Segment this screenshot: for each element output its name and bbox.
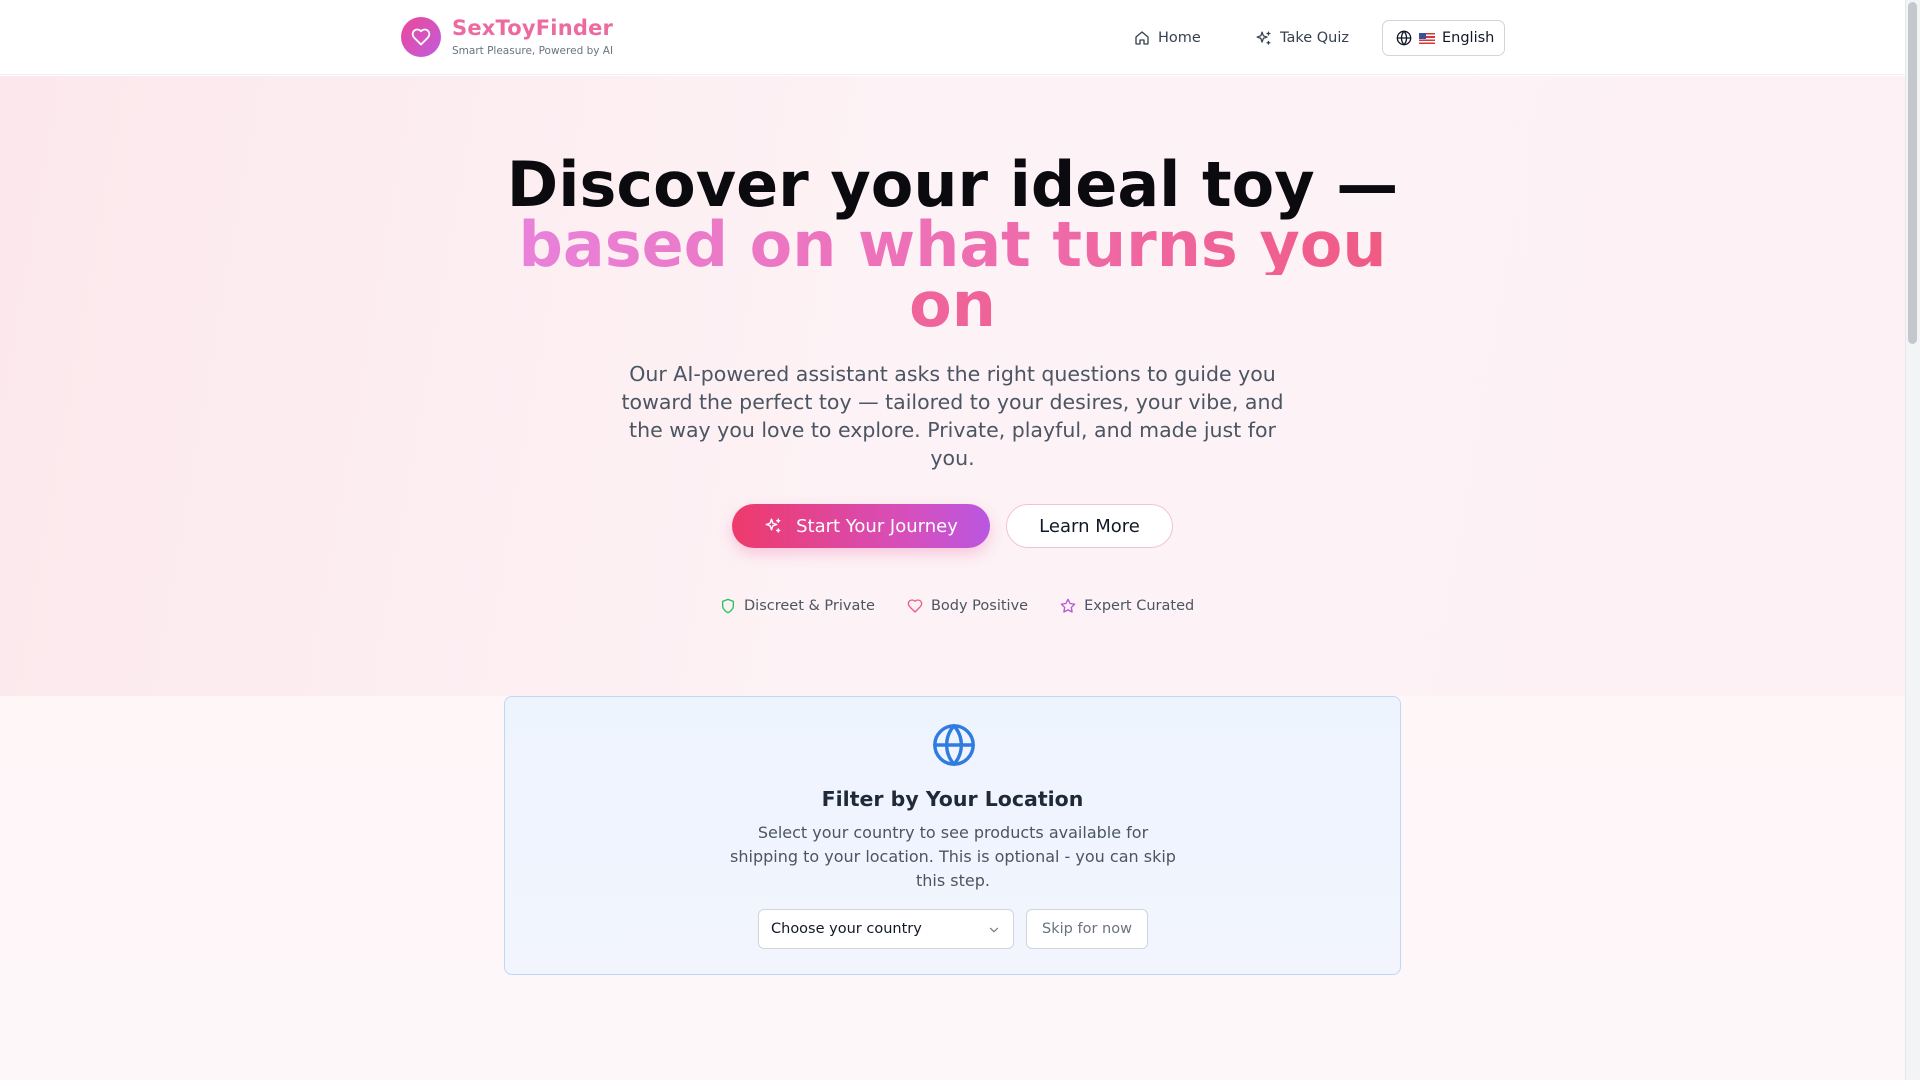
start-journey-button[interactable]: Start Your Journey bbox=[732, 504, 990, 548]
skip-label: Skip for now bbox=[1042, 921, 1132, 937]
home-icon bbox=[1135, 31, 1149, 45]
heart-icon bbox=[907, 599, 923, 613]
sparkles-icon bbox=[1256, 30, 1271, 45]
language-label: English bbox=[1442, 30, 1495, 46]
start-journey-label: Start Your Journey bbox=[796, 515, 958, 537]
location-filter-card: Filter by Your Location Select your coun… bbox=[504, 696, 1401, 975]
brand-name[interactable]: SexToyFinder bbox=[452, 16, 613, 40]
us-flag-icon bbox=[1419, 32, 1435, 44]
country-select-value: Choose your country bbox=[771, 921, 922, 937]
badge-discreet: Discreet & Private bbox=[720, 598, 875, 614]
nav-quiz-label: Take Quiz bbox=[1280, 30, 1349, 46]
hero-title-line-1: Discover your ideal toy — bbox=[506, 148, 1399, 221]
badge-discreet-label: Discreet & Private bbox=[744, 598, 875, 614]
badge-body-positive: Body Positive bbox=[907, 598, 1028, 614]
nav-home-label: Home bbox=[1158, 30, 1201, 46]
chevron-down-icon bbox=[989, 927, 999, 933]
trust-badges: Discreet & Private Body Positive Expert … bbox=[720, 596, 1194, 616]
hero-title-line-2: based on what turns you bbox=[460, 214, 1445, 276]
nav-home-link[interactable]: Home bbox=[1134, 24, 1201, 52]
heart-icon bbox=[411, 28, 431, 46]
learn-more-label: Learn More bbox=[1039, 515, 1140, 537]
logo[interactable] bbox=[401, 17, 441, 57]
scrollbar-thumb[interactable] bbox=[1908, 2, 1917, 344]
learn-more-button[interactable]: Learn More bbox=[1006, 504, 1173, 548]
globe-icon bbox=[933, 724, 975, 766]
location-title: Filter by Your Location bbox=[821, 787, 1084, 811]
hero-title-line-3: on bbox=[460, 274, 1445, 336]
badge-expert-curated: Expert Curated bbox=[1060, 598, 1194, 614]
sparkles-icon bbox=[765, 518, 781, 533]
nav-quiz-link[interactable]: Take Quiz bbox=[1255, 24, 1349, 52]
top-navbar: SexToyFinder Smart Pleasure, Powered by … bbox=[0, 0, 1905, 75]
location-description: Select your country to see products avai… bbox=[730, 823, 1176, 890]
globe-icon bbox=[1396, 30, 1412, 46]
skip-button[interactable]: Skip for now bbox=[1026, 909, 1148, 949]
badge-expert-label: Expert Curated bbox=[1084, 598, 1195, 614]
shield-icon bbox=[722, 598, 734, 614]
brand-tagline: Smart Pleasure, Powered by AI bbox=[452, 45, 614, 57]
country-select[interactable]: Choose your country bbox=[758, 909, 1014, 949]
star-icon bbox=[1060, 598, 1076, 613]
hero-subtitle: Our AI-powered assistant asks the right … bbox=[621, 362, 1284, 470]
badge-body-positive-label: Body Positive bbox=[930, 598, 1029, 614]
language-selector[interactable]: English bbox=[1382, 20, 1505, 56]
